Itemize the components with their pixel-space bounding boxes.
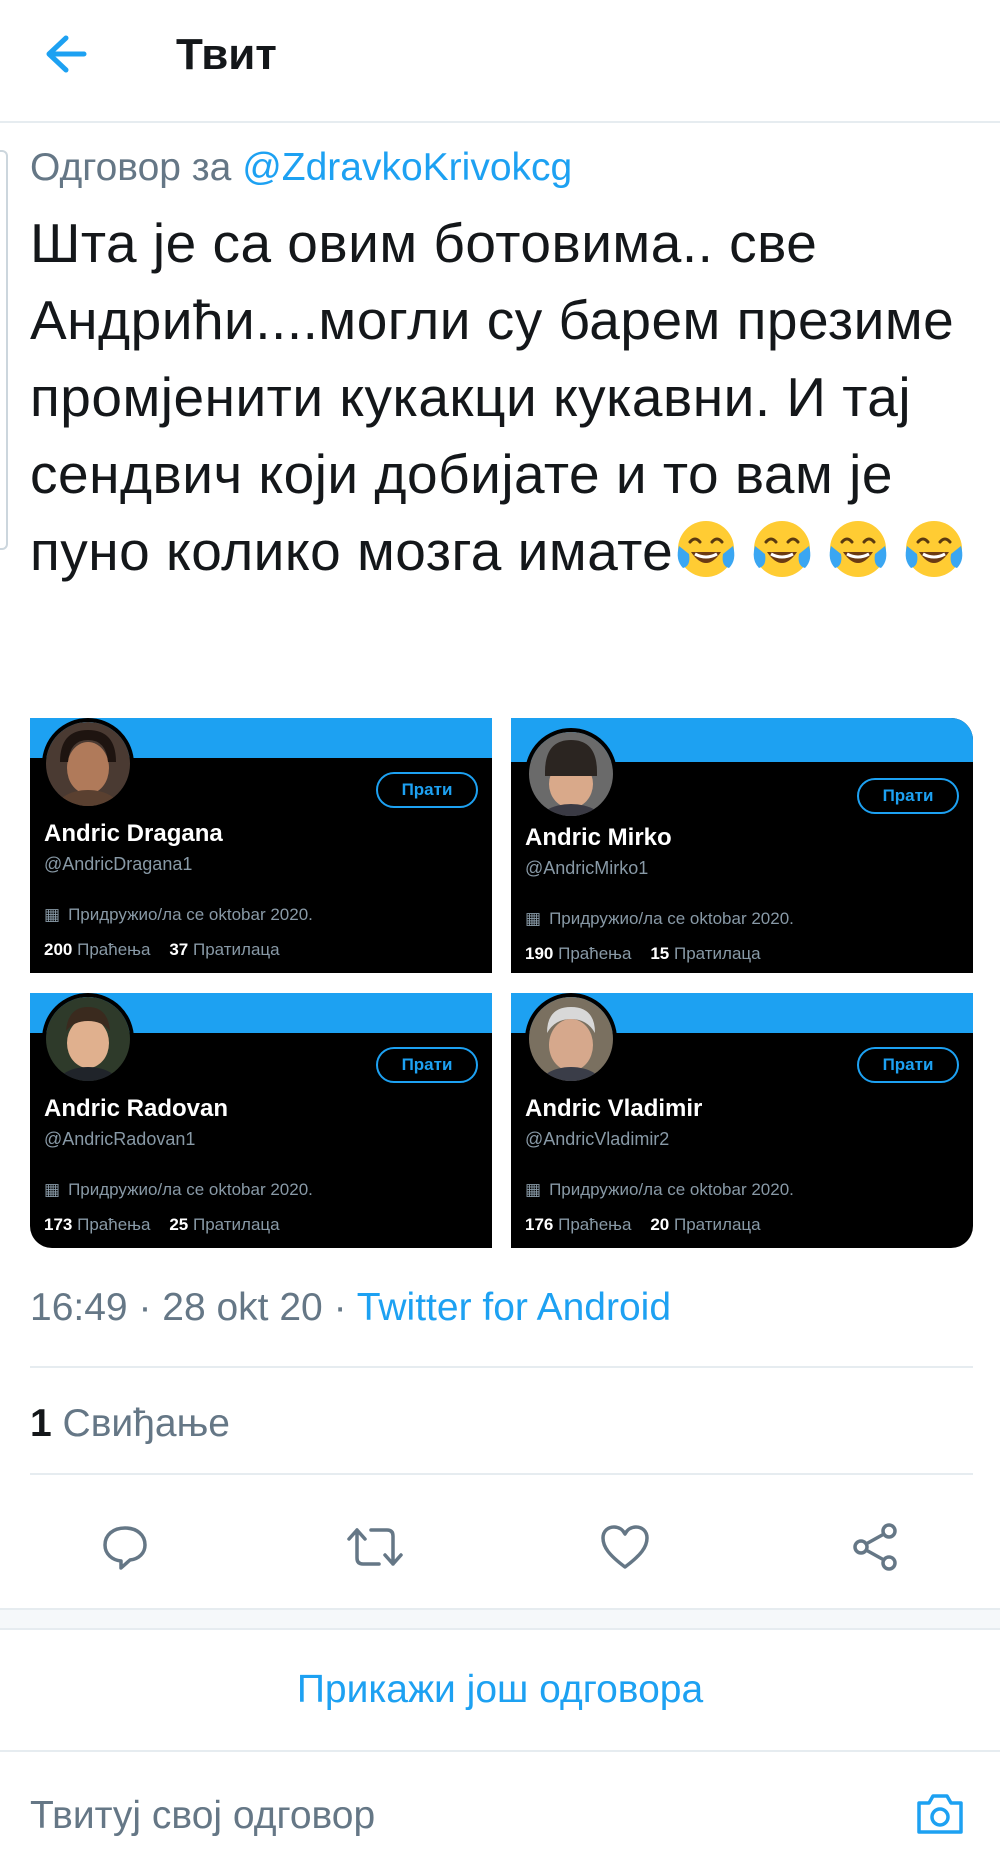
card-joined: ▦ Придружио/ла се oktobar 2020. [525, 1180, 794, 1200]
avatar [525, 993, 617, 1085]
following-label: Праћења [558, 1215, 632, 1234]
joined-text: Придружио/ла се oktobar 2020. [549, 909, 794, 928]
card-joined: ▦ Придружио/ла се oktobar 2020. [44, 905, 313, 925]
likes-line[interactable]: 1 Свиђање [30, 1402, 230, 1446]
following-label: Праћења [558, 944, 632, 963]
face-with-tears-of-joy-emoji [829, 521, 887, 577]
app-header: Твит [0, 0, 1000, 123]
profile-card[interactable]: Прати Andric Vladimir @AndricVladimir2 ▦… [511, 993, 973, 1248]
avatar [42, 993, 134, 1085]
page-title: Твит [176, 30, 277, 79]
card-stats: 200 Праћења 37 Пратилаца [44, 940, 280, 960]
back-arrow-icon[interactable] [40, 28, 92, 80]
following-count: 173 [44, 1215, 73, 1234]
joined-text: Придружио/ла се oktobar 2020. [68, 905, 313, 924]
card-name: Andric Radovan [44, 1095, 229, 1122]
follow-button[interactable]: Прати [376, 772, 478, 808]
followers-label: Пратилаца [192, 940, 280, 959]
card-handle: @AndricVladimir2 [525, 1129, 670, 1149]
calendar-icon: ▦ [525, 1180, 542, 1199]
like-icon[interactable] [590, 1512, 660, 1582]
face-with-tears-of-joy-emoji [905, 521, 963, 577]
reply-composer[interactable]: Твитуј свој одговор [0, 1750, 1000, 1864]
following-count: 176 [525, 1215, 554, 1234]
card-handle: @AndricDragana1 [44, 854, 193, 874]
followers-count: 20 [650, 1215, 670, 1234]
camera-icon[interactable] [908, 1782, 972, 1846]
followers-count: 25 [169, 1215, 189, 1234]
following-count: 190 [525, 944, 554, 963]
thread-line [0, 150, 8, 550]
likes-count: 1 [30, 1402, 52, 1445]
retweet-icon[interactable] [340, 1512, 410, 1582]
reply-handle-link[interactable]: @ZdravkoKrivokcg [242, 146, 572, 189]
followers-label: Пратилаца [673, 1215, 761, 1234]
card-handle: @AndricMirko1 [525, 858, 649, 878]
profile-card[interactable]: Прати Andric Dragana @AndricDragana1 ▦ Пр… [30, 718, 492, 973]
follow-button[interactable]: Прати [857, 778, 959, 814]
reply-prefix: Одговор за [30, 146, 243, 189]
joined-text: Придружио/ла се oktobar 2020. [549, 1180, 794, 1199]
card-handle: @AndricRadovan1 [44, 1129, 196, 1149]
tweet-source-link[interactable]: Twitter for Android [357, 1286, 671, 1329]
divider [30, 1366, 973, 1368]
following-count: 200 [44, 940, 73, 959]
card-name: Andric Vladimir [525, 1095, 703, 1122]
card-joined: ▦ Придружио/ла се oktobar 2020. [525, 909, 794, 929]
followers-label: Пратилаца [673, 944, 761, 963]
avatar [42, 718, 134, 810]
divider [30, 1473, 973, 1475]
card-stats: 173 Праћења 25 Пратилаца [44, 1215, 280, 1235]
likes-label: Свиђање [62, 1402, 230, 1445]
following-label: Праћења [77, 1215, 151, 1234]
profile-card[interactable]: Прати Andric Mirko @AndricMirko1 ▦ Придру… [511, 718, 973, 973]
follow-button[interactable]: Прати [376, 1047, 478, 1083]
calendar-icon: ▦ [525, 909, 542, 928]
tweet-date: 28 okt 20 [162, 1286, 323, 1329]
avatar [525, 728, 617, 820]
tweet-meta: 16:49 · 28 okt 20 · Twitter for Android [30, 1286, 672, 1329]
followers-count: 15 [650, 944, 670, 963]
reply-icon[interactable] [90, 1512, 160, 1582]
follow-button[interactable]: Прати [857, 1047, 959, 1083]
calendar-icon: ▦ [44, 905, 61, 924]
reply-to-line: Одговор за @ZdravkoKrivokcg [30, 146, 572, 190]
joined-text: Придружио/ла се oktobar 2020. [68, 1180, 313, 1199]
card-name: Andric Dragana [44, 820, 223, 847]
face-with-tears-of-joy-emoji [677, 521, 735, 577]
profile-card[interactable]: Прати Andric Radovan @AndricRadovan1 ▦ Пр… [30, 993, 492, 1248]
action-bar [0, 1512, 1000, 1582]
card-joined: ▦ Придружио/ла се oktobar 2020. [44, 1180, 313, 1200]
share-icon[interactable] [840, 1512, 910, 1582]
tweet-text: Шта је са овим ботовима.. све Андрићи...… [30, 205, 980, 590]
profile-cards-image[interactable]: Прати Andric Dragana @AndricDragana1 ▦ Пр… [30, 718, 973, 1248]
followers-count: 37 [169, 940, 189, 959]
emoji-row [673, 520, 967, 582]
tweet-time: 16:49 [30, 1286, 128, 1329]
card-name: Andric Mirko [525, 824, 672, 851]
card-stats: 190 Праћења 15 Пратилаца [525, 944, 761, 964]
show-more-replies-link[interactable]: Прикажи још одговора [0, 1668, 1000, 1712]
calendar-icon: ▦ [44, 1180, 61, 1199]
card-stats: 176 Праћења 20 Пратилаца [525, 1215, 761, 1235]
section-separator [0, 1608, 1000, 1630]
followers-label: Пратилаца [192, 1215, 280, 1234]
reply-input[interactable]: Твитуј свој одговор [30, 1794, 375, 1838]
face-with-tears-of-joy-emoji [753, 521, 811, 577]
following-label: Праћења [77, 940, 151, 959]
